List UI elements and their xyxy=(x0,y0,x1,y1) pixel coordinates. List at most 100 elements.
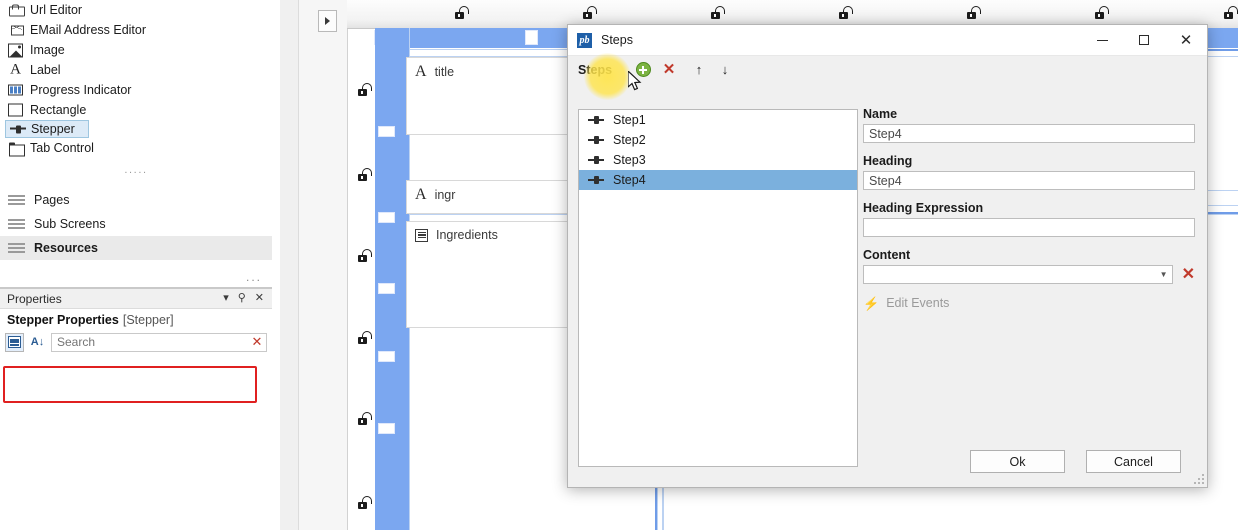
toolbox-item-label[interactable]: A Label xyxy=(0,60,272,80)
steps-toolbar-label: Steps xyxy=(578,62,613,77)
list-item[interactable]: Step2 xyxy=(579,130,857,150)
clear-search-icon[interactable]: ✕ xyxy=(248,334,266,350)
add-green-plus-icon xyxy=(635,62,651,77)
heading-expression-field[interactable] xyxy=(863,218,1195,237)
toolbox-panel: Url Editor EMail Address Editor Image A … xyxy=(0,0,272,188)
heading-field[interactable]: Step4 xyxy=(863,171,1195,190)
progress-indicator-icon xyxy=(8,83,23,98)
pin-icon[interactable]: ⚲ xyxy=(238,293,246,304)
minimize-button[interactable] xyxy=(1081,25,1123,55)
sidebar-item-sub-screens[interactable]: Sub Screens xyxy=(0,212,272,236)
move-step-down-button[interactable]: ↓ xyxy=(712,58,738,82)
maximize-icon xyxy=(1139,35,1149,45)
unlocked-padlock-icon[interactable] xyxy=(1095,6,1109,19)
toolbox-item-stepper[interactable]: Stepper xyxy=(5,120,89,138)
content-select[interactable]: ▼ xyxy=(863,265,1173,284)
delete-step-button[interactable]: ✕ xyxy=(656,58,682,82)
toolbox-item-url-editor[interactable]: Url Editor xyxy=(0,0,272,20)
nav-more-button[interactable]: ... xyxy=(246,270,262,284)
list-item-label: Step1 xyxy=(613,113,646,127)
add-step-button[interactable] xyxy=(630,58,656,82)
cancel-button[interactable]: Cancel xyxy=(1086,450,1181,473)
image-icon xyxy=(8,43,23,58)
unlocked-padlock-icon[interactable] xyxy=(358,83,372,96)
url-editor-icon xyxy=(8,3,25,18)
list-item-label: Step4 xyxy=(613,173,646,187)
edit-events-label: Edit Events xyxy=(886,296,950,310)
unlocked-padlock-icon[interactable] xyxy=(583,6,597,19)
clear-content-icon[interactable]: ✕ xyxy=(1182,266,1195,283)
alphabetical-sort-button[interactable]: A↓ xyxy=(28,333,47,352)
close-icon: ✕ xyxy=(1179,31,1193,49)
toolbox-item-email-address-editor[interactable]: EMail Address Editor xyxy=(0,20,272,40)
close-button[interactable]: ✕ xyxy=(1165,25,1207,55)
properties-search-box[interactable]: ✕ xyxy=(51,332,267,352)
properties-target-type: [Stepper] xyxy=(122,312,174,327)
unlocked-padlock-icon[interactable] xyxy=(358,496,372,509)
dialog-title-bar[interactable]: pb Steps ✕ xyxy=(568,25,1207,56)
canvas-cell-label: ingr xyxy=(434,188,456,202)
sidebar-item-label: Sub Screens xyxy=(34,217,106,231)
list-item-selected[interactable]: Step4 xyxy=(579,170,857,190)
move-step-up-button[interactable]: ↑ xyxy=(686,58,712,82)
unlocked-padlock-icon[interactable] xyxy=(839,6,853,19)
toolbox-item-label: Image xyxy=(30,43,65,57)
toolbox-item-label: Tab Control xyxy=(30,141,94,155)
sort-az-icon: A↓ xyxy=(30,335,45,348)
label-icon: A xyxy=(10,61,21,78)
categorized-icon xyxy=(8,336,21,348)
unlocked-padlock-icon[interactable] xyxy=(358,331,372,344)
unlocked-padlock-icon[interactable] xyxy=(358,168,372,181)
properties-toolbar: A↓ ✕ xyxy=(0,330,272,354)
sidebar-item-pages[interactable]: Pages xyxy=(0,188,272,212)
stepper-icon xyxy=(588,156,604,165)
close-icon[interactable]: ✕ xyxy=(255,293,264,304)
unlocked-padlock-icon[interactable] xyxy=(967,6,981,19)
ok-button[interactable]: Ok xyxy=(970,450,1065,473)
list-item[interactable]: Step3 xyxy=(579,150,857,170)
project-nav-list: Pages Sub Screens Resources ... xyxy=(0,188,272,288)
steps-editor-dialog: pb Steps ✕ Steps ✕ ↑ ↓ Step1 Step2 Step3… xyxy=(567,24,1208,488)
toolbox-item-label: Url Editor xyxy=(30,3,83,17)
search-input[interactable] xyxy=(52,333,248,351)
canvas-cell-label: Ingredients xyxy=(436,228,498,242)
dialog-button-row: Ok Cancel xyxy=(970,450,1181,473)
name-field-value: Step4 xyxy=(869,126,902,141)
heading-field-label: Heading xyxy=(863,154,913,168)
categorized-view-button[interactable] xyxy=(5,332,24,352)
menu-icon xyxy=(8,194,25,206)
maximize-button[interactable] xyxy=(1123,25,1165,55)
panel-expander-button[interactable] xyxy=(318,10,337,32)
properties-target-name: Stepper Properties xyxy=(7,312,119,327)
stepper-icon xyxy=(10,122,26,137)
canvas-left-gutter xyxy=(280,0,299,530)
steps-toolbar: Steps ✕ ↑ ↓ xyxy=(568,53,1207,100)
properties-panel-title: Properties xyxy=(7,291,62,306)
heading-field-value: Step4 xyxy=(869,173,902,188)
unlocked-padlock-icon[interactable] xyxy=(711,6,725,19)
edit-events-link[interactable]: ⚡ Edit Events xyxy=(863,296,1195,310)
unlocked-padlock-icon[interactable] xyxy=(1224,6,1238,19)
chevron-right-icon xyxy=(325,17,330,25)
steps-list[interactable]: Step1 Step2 Step3 Step4 xyxy=(578,109,858,467)
sidebar-item-resources[interactable]: Resources xyxy=(0,236,272,260)
toolbox-item-tab-control[interactable]: Tab Control xyxy=(0,138,272,158)
unlocked-padlock-icon[interactable] xyxy=(455,6,469,19)
chevron-down-icon[interactable]: ▾ xyxy=(223,293,229,304)
toolbox-item-image[interactable]: Image xyxy=(0,40,272,60)
resize-grip[interactable] xyxy=(1193,473,1204,484)
delete-red-x-icon: ✕ xyxy=(662,61,676,78)
toolbox-item-progress-indicator[interactable]: Progress Indicator xyxy=(0,80,272,100)
list-item[interactable]: Step1 xyxy=(579,110,857,130)
dialog-body: Step1 Step2 Step3 Step4 Name Step4 Headi… xyxy=(568,82,1207,467)
step-detail-form: Name Step4 Heading Step4 Heading Express… xyxy=(863,107,1195,310)
canvas-cell-label: title xyxy=(434,65,455,79)
sidebar-item-label: Pages xyxy=(34,193,70,207)
name-field[interactable]: Step4 xyxy=(863,124,1195,143)
toolbox-overflow-dots[interactable]: ..... xyxy=(0,164,272,176)
menu-icon xyxy=(8,218,25,230)
unlocked-padlock-icon[interactable] xyxy=(358,412,372,425)
canvas-row-ruler[interactable] xyxy=(375,28,409,530)
unlocked-padlock-icon[interactable] xyxy=(358,249,372,262)
toolbox-item-rectangle[interactable]: Rectangle xyxy=(0,100,272,120)
